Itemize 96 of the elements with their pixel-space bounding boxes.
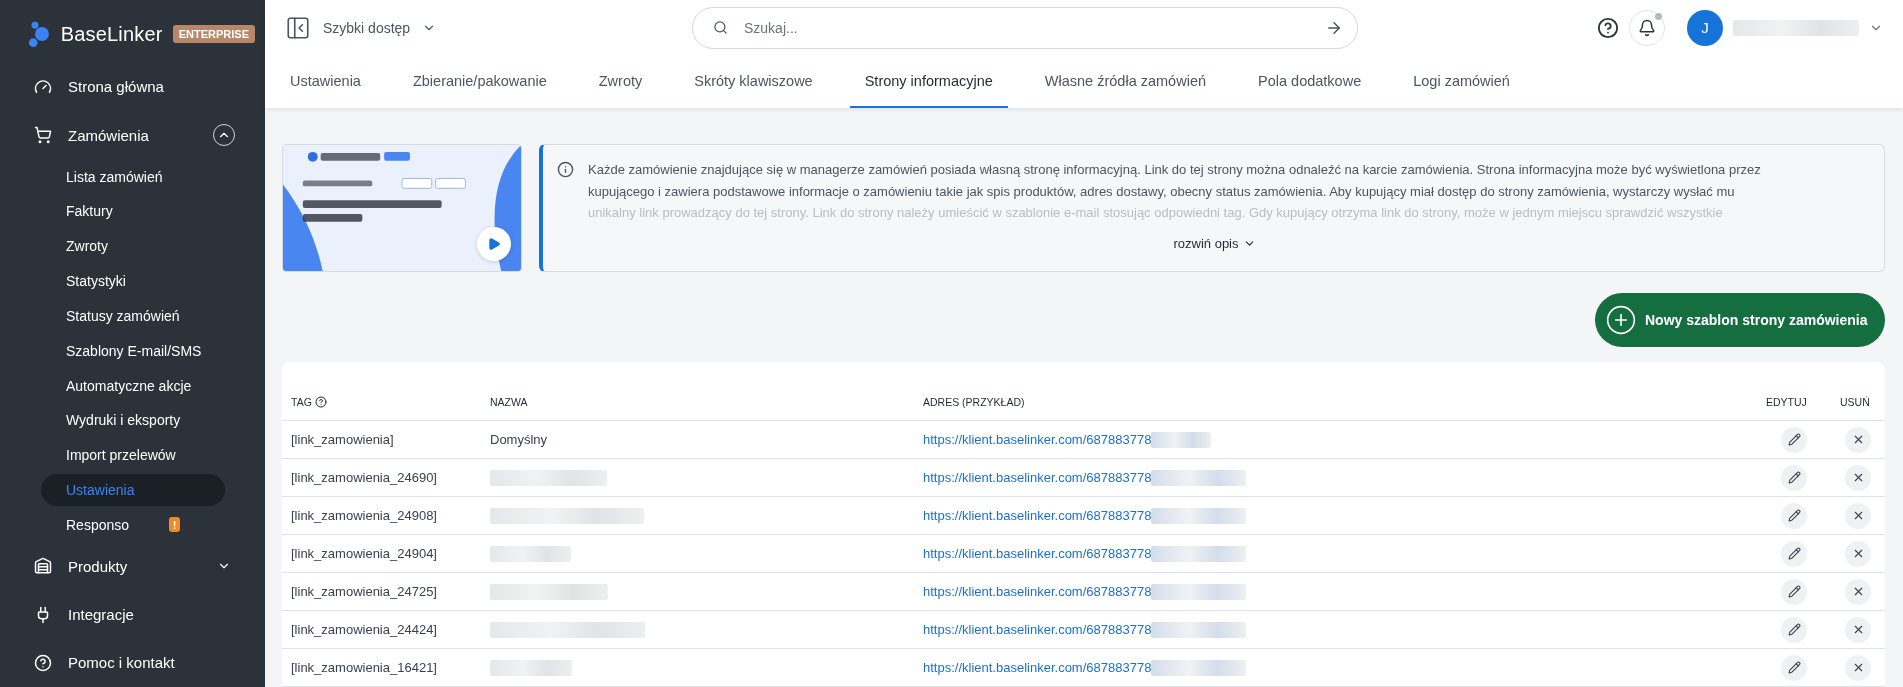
sidebar-item-label: Produkty	[68, 557, 129, 575]
tag-cell: [link_zamowienia_24904]	[282, 535, 481, 573]
pencil-icon	[1787, 471, 1801, 484]
pencil-icon	[1787, 623, 1801, 636]
sidebar-item-label: Strona główna	[68, 78, 165, 96]
menu-item-icon	[34, 126, 52, 145]
tab[interactable]: Pola dodatkowe	[1243, 55, 1377, 108]
info-icon	[557, 161, 574, 178]
expand-description-link[interactable]: rozwiń opis	[1173, 235, 1256, 251]
tag-cell: [link_zamowienia_24424]	[282, 611, 481, 649]
pencil-icon	[1787, 585, 1801, 598]
sidebar-subitem[interactable]: Statusy zamówień	[41, 299, 225, 333]
panel-icon	[285, 14, 311, 41]
delete-button[interactable]	[1845, 540, 1871, 567]
address-link[interactable]: https://klient.baselinker.com/687883778	[923, 508, 1152, 523]
bell-icon	[1638, 18, 1656, 37]
delete-button[interactable]	[1845, 426, 1871, 453]
column-header-label: TAG	[291, 396, 312, 408]
delete-button[interactable]	[1845, 502, 1871, 529]
sidebar-item-label: Pomoc i kontakt	[68, 654, 176, 672]
sidebar-item[interactable]: Strona główna	[0, 62, 265, 111]
tab[interactable]: Własne źródła zamówień	[1029, 55, 1221, 108]
address-link[interactable]: https://klient.baselinker.com/687883778	[923, 584, 1152, 599]
notifications-button[interactable]	[1629, 9, 1665, 46]
tab[interactable]: Strony informacyjne	[849, 55, 1008, 108]
sidebar-subitem[interactable]: Zwroty	[41, 229, 225, 263]
delete-button[interactable]	[1845, 654, 1871, 681]
logo-text: BaseLinker	[60, 22, 163, 46]
help-icon[interactable]	[314, 396, 327, 408]
address-link[interactable]: https://klient.baselinker.com/687883778	[923, 470, 1152, 485]
sidebar-subitem[interactable]: Lista zamówień	[41, 160, 225, 194]
edit-button[interactable]	[1781, 426, 1807, 453]
tab[interactable]: Logi zamówień	[1398, 55, 1525, 108]
menu-item-icon	[34, 77, 52, 96]
edit-button[interactable]	[1781, 502, 1807, 529]
column-header: EDYTUJ	[1757, 362, 1831, 421]
menu-item-icon	[34, 653, 52, 672]
sidebar-item[interactable]: Zamówienia	[0, 110, 265, 160]
sidebar-item-label: Integracje	[68, 606, 135, 624]
pencil-icon	[1787, 509, 1801, 522]
edit-button[interactable]	[1781, 654, 1807, 681]
plus-icon	[1605, 304, 1637, 336]
sidebar-subitem[interactable]: Automatyczne akcje	[41, 369, 225, 402]
tab[interactable]: Zwroty	[583, 55, 658, 108]
tab[interactable]: Skróty klawiszowe	[679, 55, 828, 108]
address-link[interactable]: https://klient.baselinker.com/687883778	[923, 622, 1152, 637]
address-link[interactable]: https://klient.baselinker.com/687883778	[923, 660, 1152, 675]
sidebar-subitem[interactable]: Responso !	[41, 508, 225, 542]
delete-button[interactable]	[1845, 578, 1871, 605]
pencil-icon	[1787, 433, 1801, 446]
column-header: USUŃ	[1831, 362, 1885, 421]
tag-cell: [link_zamowienia_24908]	[282, 497, 481, 535]
delete-button[interactable]	[1845, 616, 1871, 643]
tab[interactable]: Zbieranie/pakowanie	[397, 55, 562, 108]
description-text: Każde zamówienie znajdujące się w managerze zamówień posiada własną stronę informacyjną. Link do tej strony można odnaleźć na karcie zamówienia. Strona informacyjna może być wyświetlona przez	[588, 161, 1761, 179]
tag-cell: [link_zamowienia_24690]	[282, 459, 481, 497]
sidebar-subitem[interactable]: Faktury	[41, 195, 225, 228]
column-header: ADRES (PRZYKŁAD)	[914, 362, 1757, 421]
delete-button[interactable]	[1845, 464, 1871, 491]
pencil-icon	[1787, 661, 1801, 674]
tag-cell: [link_zamowienia_16421]	[282, 649, 481, 687]
description-text: unikalny link prowadzący do tej strony. Link do strony należy umieścić w szablonie e-mail stosując odpowiedni tag. Gdy kupujący otrzyma link do strony, może w jednym miejscu sprawdzić wszystkie	[588, 204, 1724, 222]
sidebar-item[interactable]: Produkty	[0, 542, 265, 591]
sidebar-subitem[interactable]: Statystyki	[41, 264, 225, 298]
tag-cell: [link_zamowienia]	[282, 421, 481, 459]
sidebar-item[interactable]: Pomoc i kontakt	[0, 638, 265, 687]
sidebar-subitem[interactable]: Ustawienia	[41, 473, 225, 507]
menu-item-icon	[34, 557, 52, 576]
address-link[interactable]: https://klient.baselinker.com/687883778	[923, 546, 1152, 561]
sidebar-item-label: Zamówienia	[68, 126, 150, 144]
edit-button[interactable]	[1781, 616, 1807, 643]
new-template-button[interactable]: Nowy szablon strony zamówienia	[1595, 293, 1885, 347]
play-icon	[487, 237, 501, 251]
sidebar-subitem[interactable]: Import przelewów	[41, 438, 225, 472]
logo-icon	[28, 19, 51, 50]
sidebar-item[interactable]: Integracje	[0, 590, 265, 639]
tab[interactable]: Ustawienia	[275, 55, 376, 108]
plan-badge: ENTERPRISE	[172, 25, 255, 44]
tag-cell: [link_zamowienia_24725]	[282, 573, 481, 611]
warning-badge: !	[169, 517, 181, 533]
help-button[interactable]	[1597, 16, 1619, 39]
quick-access-button[interactable]: Szybki dostęp	[285, 14, 625, 41]
blurred-address	[1151, 431, 1212, 448]
column-header: NAZWA	[481, 362, 914, 421]
edit-button[interactable]	[1781, 464, 1807, 491]
address-link[interactable]: https://klient.baselinker.com/687883778	[923, 432, 1152, 447]
edit-button[interactable]	[1781, 578, 1807, 605]
name-cell: Domyślny	[481, 421, 914, 459]
description-text: kupującego i zawiera podstawowe informacje o zamówieniu takie jak spis produktów, adres dostawy, obecny status zamówienia. Aby kupujący miał dostęp do strony zamówienia, wystarczy wysłać mu	[588, 182, 1736, 201]
search-icon	[713, 20, 728, 35]
pencil-icon	[1787, 547, 1801, 560]
edit-button[interactable]	[1781, 540, 1807, 567]
user-avatar[interactable]: J	[1687, 9, 1723, 46]
help-icon	[1597, 16, 1619, 39]
sidebar-subitem[interactable]: Szablony E-mail/SMS	[41, 334, 225, 368]
sidebar-subitem[interactable]: Wydruki i eksporty	[41, 403, 225, 437]
